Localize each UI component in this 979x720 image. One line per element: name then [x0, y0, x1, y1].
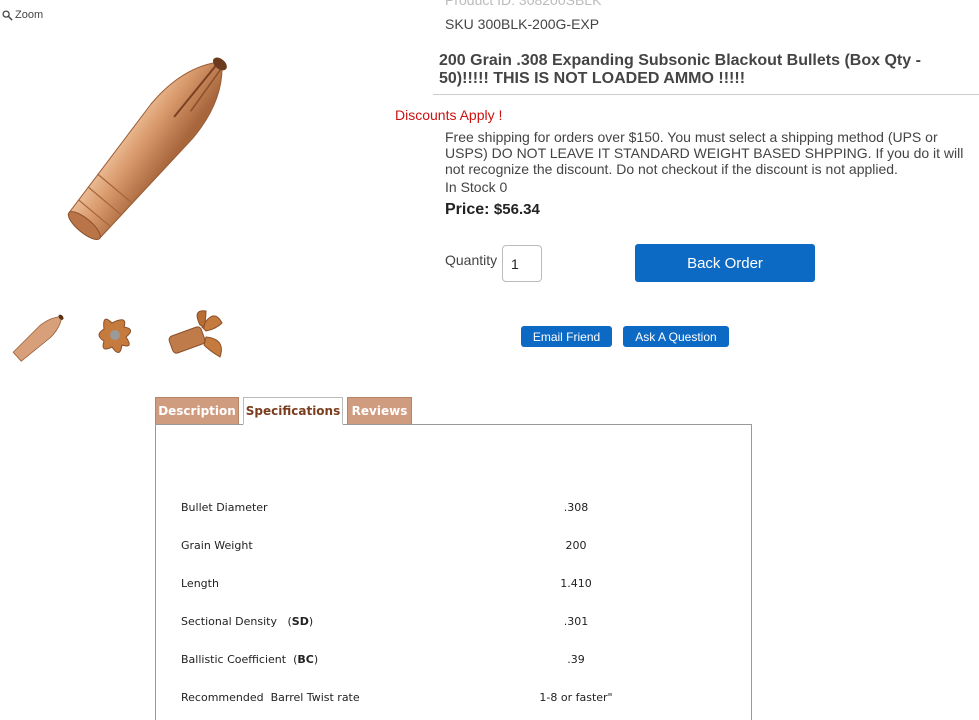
- tab-reviews[interactable]: Reviews: [347, 397, 412, 424]
- back-order-button[interactable]: Back Order: [635, 244, 815, 282]
- quantity-label: Quantity: [445, 252, 498, 268]
- specifications-panel: Bullet Diameter .308 Grain Weight 200 Le…: [155, 424, 752, 720]
- zoom-label: Zoom: [15, 9, 44, 21]
- bullet-intact-thumbnail[interactable]: [0, 305, 80, 365]
- zoom-link[interactable]: Zoom: [2, 9, 43, 21]
- bullet-image: [67, 57, 227, 240]
- price-value: $56.34: [493, 201, 540, 218]
- tab-specifications[interactable]: Specifications: [243, 397, 343, 425]
- discounts-notice: Discounts Apply !: [395, 107, 503, 123]
- spec-value: .39: [567, 653, 585, 666]
- spec-label: Bullet Diameter: [181, 501, 268, 514]
- thumbnail-strip: [0, 305, 240, 365]
- quantity-input[interactable]: [502, 245, 542, 282]
- product-sku: SKU 300BLK-200G-EXP: [445, 16, 600, 32]
- spec-value: 1.410: [560, 577, 592, 590]
- bullet-expanded-side-thumbnail[interactable]: [160, 305, 240, 365]
- product-main-image[interactable]: [0, 40, 300, 290]
- tab-description[interactable]: Description: [155, 397, 239, 424]
- product-title: 200 Grain .308 Expanding Subsonic Blacko…: [439, 52, 921, 87]
- spec-value: 1-8 or faster": [539, 691, 613, 704]
- ask-question-button[interactable]: Ask A Question: [623, 326, 729, 347]
- title-divider: [433, 94, 979, 95]
- shipping-note: Free shipping for orders over $150. You …: [445, 129, 964, 177]
- bullet-expanded-front-thumbnail[interactable]: [80, 305, 160, 365]
- spec-label: Sectional Density (SD): [181, 615, 314, 628]
- price-label: Price:: [445, 201, 490, 218]
- spec-label: Ballistic Coefficient (BC): [181, 653, 319, 666]
- product-id: Product ID: 308200SBLK: [445, 0, 602, 8]
- spec-value: 200: [565, 539, 587, 552]
- spec-value: .308: [563, 501, 589, 514]
- stock-status: In Stock 0: [445, 179, 508, 195]
- spec-label: Length: [181, 577, 219, 590]
- magnifier-icon: [2, 9, 13, 21]
- spec-label: Recommended Barrel Twist rate: [181, 691, 360, 704]
- price: Price: $56.34: [445, 201, 540, 219]
- email-friend-button[interactable]: Email Friend: [521, 326, 612, 347]
- spec-label: Grain Weight: [181, 539, 253, 552]
- spec-value: .301: [563, 615, 589, 628]
